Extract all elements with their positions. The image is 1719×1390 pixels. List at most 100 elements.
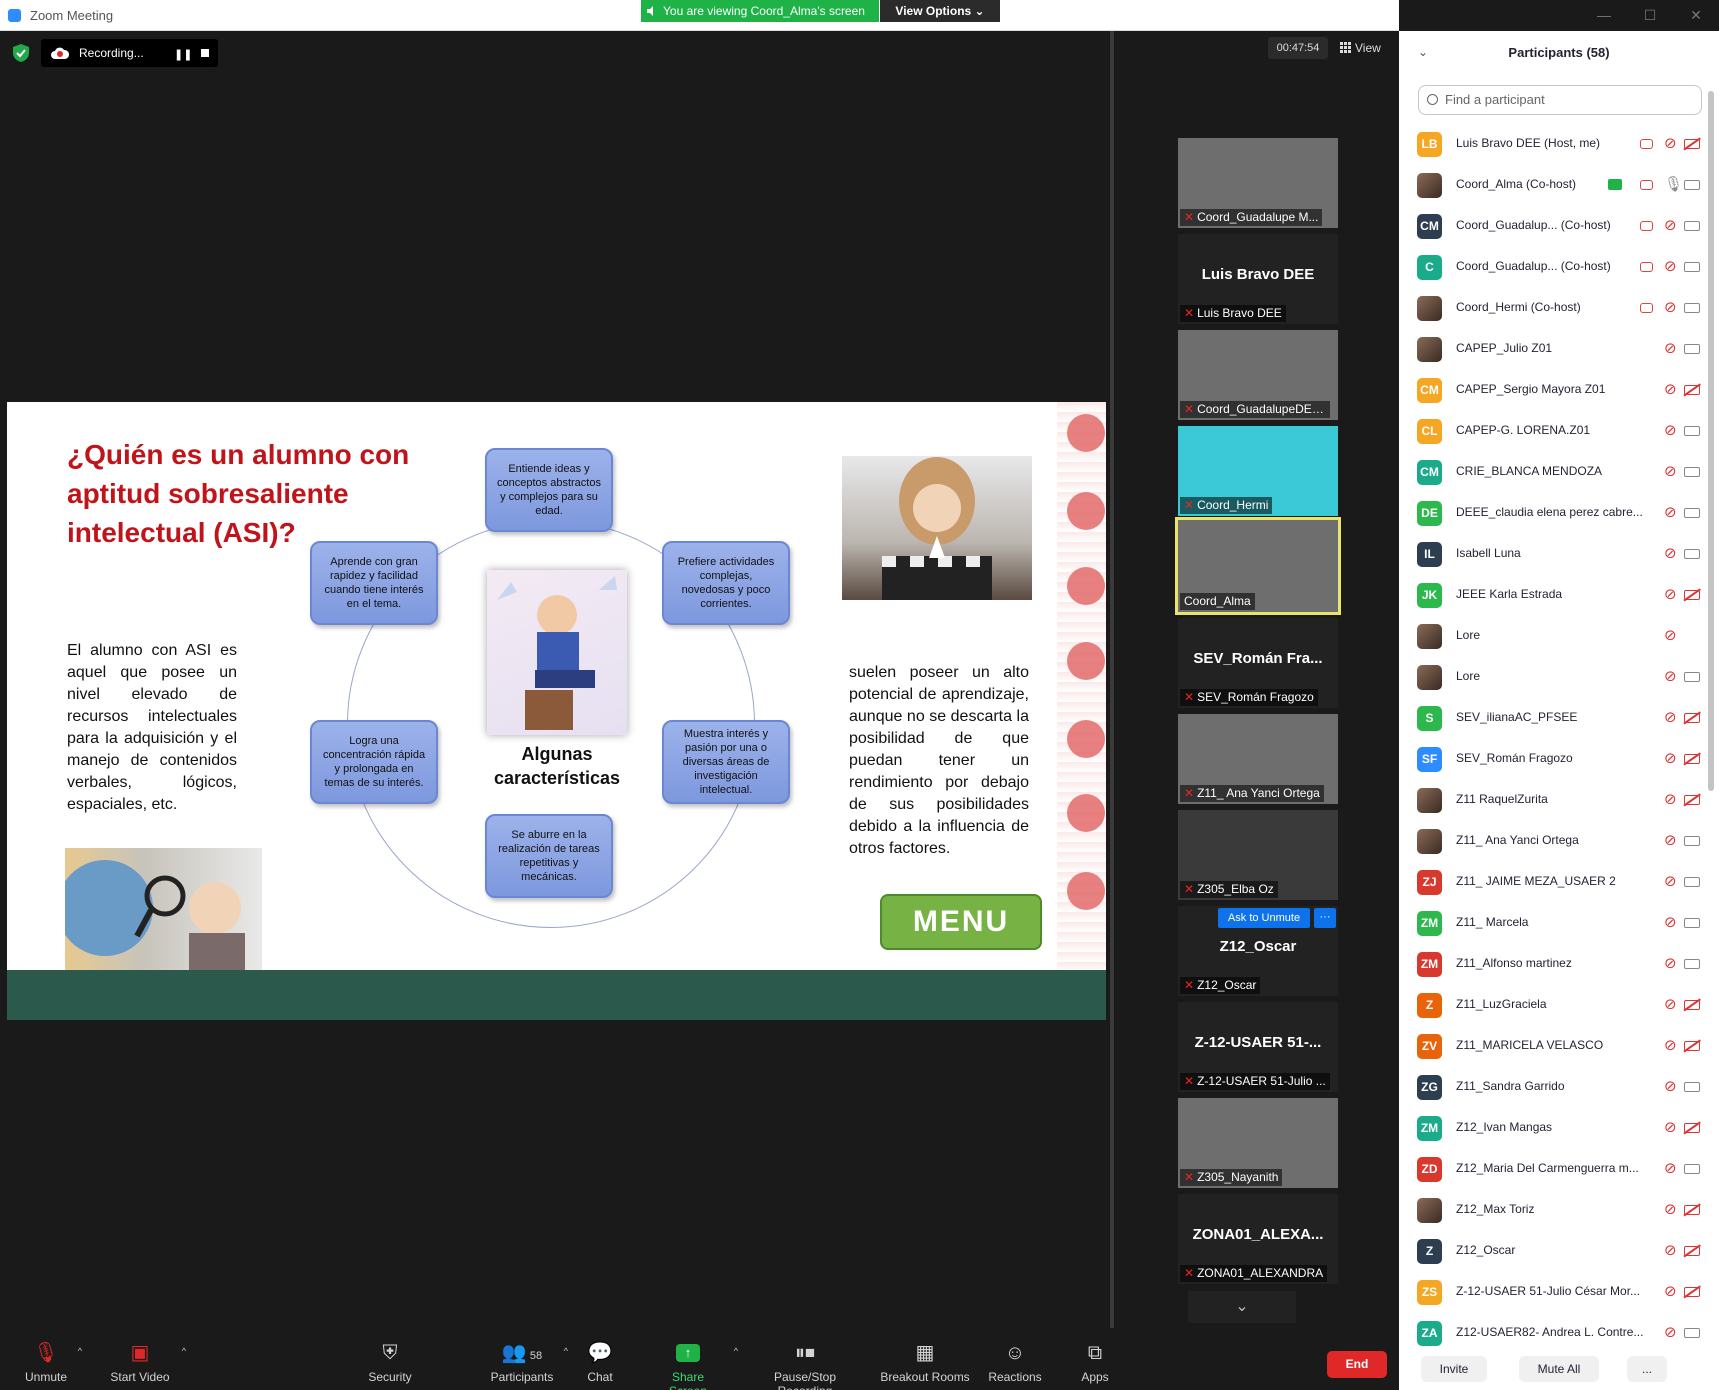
participant-row[interactable]: LB Luis Bravo DEE (Host, me) ⊘ <box>1399 124 1719 165</box>
video-off-icon[interactable] <box>1684 1123 1700 1133</box>
muted-mic-icon[interactable]: ⊘ <box>1664 913 1677 933</box>
participant-row[interactable]: CM CRIE_BLANCA MENDOZA ⊘ <box>1399 452 1719 493</box>
chevron-down-icon[interactable]: ⌄ <box>1418 45 1428 59</box>
muted-mic-icon[interactable]: ⊘ <box>1664 1077 1677 1097</box>
pause-stop-recording-button[interactable]: ⏸⏹Pause/Stop Recording <box>746 1342 864 1390</box>
video-off-icon[interactable] <box>1684 1287 1700 1297</box>
video-tile[interactable]: SEV_Román Fra... ✕ SEV_Román Fragozo <box>1178 618 1338 708</box>
participant-row[interactable]: Lore ⊘ <box>1399 616 1719 657</box>
panel-more-button[interactable]: ... <box>1627 1356 1667 1382</box>
video-tile[interactable]: ✕ Z305_Nayanith <box>1178 1098 1338 1188</box>
participant-row[interactable]: S SEV_ilianaAC_PFSEE ⊘ <box>1399 698 1719 739</box>
muted-mic-icon[interactable]: ⊘ <box>1664 872 1677 892</box>
muted-mic-icon[interactable]: ⊘ <box>1664 790 1677 810</box>
video-icon[interactable] <box>1684 549 1700 559</box>
participant-row[interactable]: Z11_ Ana Yanci Ortega ⊘ <box>1399 821 1719 862</box>
video-icon[interactable] <box>1684 180 1700 190</box>
video-icon[interactable] <box>1684 344 1700 354</box>
gallery-scroll-down-icon[interactable]: ⌄ <box>1188 1291 1296 1323</box>
participant-row[interactable]: SF SEV_Román Fragozo ⊘ <box>1399 739 1719 780</box>
mic-icon[interactable]: 🎙 <box>1664 175 1683 195</box>
security-button[interactable]: ⛨ Security <box>368 1342 412 1384</box>
video-tile[interactable]: Z-12-USAER 51-... ✕ Z-12-USAER 51-Julio ..… <box>1178 1002 1338 1092</box>
muted-mic-icon[interactable]: ⊘ <box>1664 1282 1677 1302</box>
video-icon[interactable] <box>1684 836 1700 846</box>
muted-mic-icon[interactable]: ⊘ <box>1664 1323 1677 1343</box>
participant-row[interactable]: ZM Z11_Alfonso martinez ⊘ <box>1399 944 1719 985</box>
muted-mic-icon[interactable]: ⊘ <box>1664 667 1677 687</box>
participant-row[interactable]: CM Coord_Guadalup... (Co-host) ⊘ <box>1399 206 1719 247</box>
muted-mic-icon[interactable]: ⊘ <box>1664 831 1677 851</box>
participant-row[interactable]: Coord_Alma (Co-host) 🎙 <box>1399 165 1719 206</box>
video-tile[interactable]: ✕ Coord_Hermi <box>1178 426 1338 516</box>
participant-row[interactable]: ZS Z-12-USAER 51-Julio César Mor... ⊘ <box>1399 1272 1719 1313</box>
minimize-button[interactable]: — <box>1581 0 1627 31</box>
participant-row[interactable]: Z Z11_LuzGraciela ⊘ <box>1399 985 1719 1026</box>
tile-more-button[interactable]: ··· <box>1314 908 1336 928</box>
muted-mic-icon[interactable]: ⊘ <box>1664 1241 1677 1261</box>
split-divider[interactable] <box>1110 31 1114 1328</box>
chevron-up-icon[interactable]: ^ <box>182 1346 186 1356</box>
slide-menu-button[interactable]: MENU <box>880 894 1042 950</box>
video-tile[interactable]: Ask to Unmute ··· Z12_Oscar ✕ Z12_Oscar <box>1178 906 1338 996</box>
decoration-circle[interactable] <box>1067 794 1105 832</box>
muted-mic-icon[interactable]: ⊘ <box>1664 216 1677 236</box>
video-tile[interactable]: ✕ Coord_GuadalupeDEEE <box>1178 330 1338 420</box>
video-off-icon[interactable] <box>1684 1246 1700 1256</box>
video-tile[interactable]: ✕ Z305_Elba Oz <box>1178 810 1338 900</box>
video-icon[interactable] <box>1684 221 1700 231</box>
video-icon[interactable] <box>1684 1082 1700 1092</box>
muted-mic-icon[interactable]: ⊘ <box>1664 544 1677 564</box>
video-off-icon[interactable] <box>1684 795 1700 805</box>
participant-row[interactable]: IL Isabell Luna ⊘ <box>1399 534 1719 575</box>
video-tile[interactable]: ✕ Z11_ Ana Yanci Ortega <box>1178 714 1338 804</box>
muted-mic-icon[interactable]: ⊘ <box>1664 134 1677 154</box>
participant-row[interactable]: CAPEP_Julio Z01 ⊘ <box>1399 329 1719 370</box>
video-tile[interactable]: Luis Bravo DEE ✕ Luis Bravo DEE <box>1178 234 1338 324</box>
decoration-circle[interactable] <box>1067 872 1105 910</box>
decoration-circle[interactable] <box>1067 414 1105 452</box>
video-tile-active-speaker[interactable]: Coord_Alma <box>1175 517 1341 615</box>
video-icon[interactable] <box>1684 918 1700 928</box>
participant-row[interactable]: ZM Z12_Ivan Mangas ⊘ <box>1399 1108 1719 1149</box>
muted-mic-icon[interactable]: ⊘ <box>1664 339 1677 359</box>
video-icon[interactable] <box>1684 262 1700 272</box>
video-off-icon[interactable] <box>1684 385 1700 395</box>
participant-row[interactable]: CL CAPEP-G. LORENA.Z01 ⊘ <box>1399 411 1719 452</box>
close-button[interactable]: ✕ <box>1673 0 1719 31</box>
participant-row[interactable]: C Coord_Guadalup... (Co-host) ⊘ <box>1399 247 1719 288</box>
maximize-button[interactable]: ☐ <box>1627 0 1673 31</box>
participant-row[interactable]: DE DEEE_claudia elena perez cabre... ⊘ <box>1399 493 1719 534</box>
participant-row[interactable]: JK JEEE Karla Estrada ⊘ <box>1399 575 1719 616</box>
unmute-button[interactable]: 🎙 Unmute ^ <box>24 1342 82 1384</box>
reactions-button[interactable]: ☺ Reactions <box>988 1342 1042 1384</box>
video-off-icon[interactable] <box>1684 1041 1700 1051</box>
video-icon[interactable] <box>1684 1164 1700 1174</box>
video-icon[interactable] <box>1684 1328 1700 1338</box>
chevron-up-icon[interactable]: ^ <box>78 1346 82 1356</box>
video-off-icon[interactable] <box>1684 590 1700 600</box>
participant-row[interactable]: Lore ⊘ <box>1399 657 1719 698</box>
video-off-icon[interactable] <box>1684 713 1700 723</box>
panel-scrollbar[interactable] <box>1708 91 1714 791</box>
view-options-button[interactable]: View Options ⌄ <box>880 0 1000 22</box>
muted-mic-icon[interactable]: ⊘ <box>1664 585 1677 605</box>
video-icon[interactable] <box>1684 877 1700 887</box>
video-tile[interactable]: ✕ Coord_Guadalupe M... <box>1178 138 1338 228</box>
video-icon[interactable] <box>1684 959 1700 969</box>
decoration-circle[interactable] <box>1067 720 1105 758</box>
video-icon[interactable] <box>1684 508 1700 518</box>
share-screen-button[interactable]: ↑Share Screen^ <box>652 1342 738 1390</box>
muted-mic-icon[interactable]: ⊘ <box>1664 421 1677 441</box>
video-off-icon[interactable] <box>1684 1000 1700 1010</box>
muted-mic-icon[interactable]: ⊘ <box>1664 995 1677 1015</box>
end-meeting-button[interactable]: End <box>1327 1351 1387 1378</box>
muted-mic-icon[interactable]: ⊘ <box>1664 1036 1677 1056</box>
ask-to-unmute-button[interactable]: Ask to Unmute <box>1218 908 1310 928</box>
video-icon[interactable] <box>1684 426 1700 436</box>
chat-button[interactable]: 💬 Chat <box>585 1342 615 1384</box>
participant-row[interactable]: ZV Z11_MARICELA VELASCO ⊘ <box>1399 1026 1719 1067</box>
stop-recording-icon[interactable] <box>201 49 209 57</box>
participants-button[interactable]: 👥 58 Participants ^ <box>490 1342 568 1384</box>
participant-row[interactable]: Z Z12_Oscar ⊘ <box>1399 1231 1719 1272</box>
